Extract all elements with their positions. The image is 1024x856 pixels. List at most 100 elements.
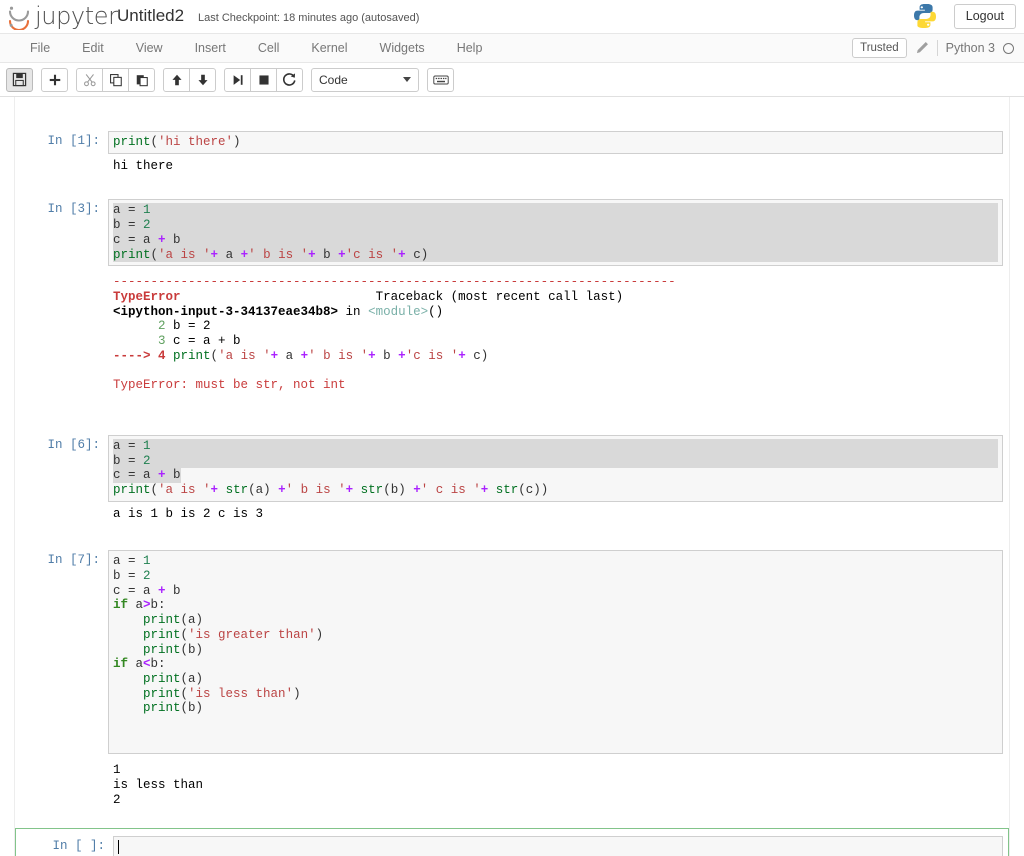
notebook-cell[interactable]: In [6]: a = 1b = 2c = a + b print('a is '… — [15, 429, 1009, 533]
floppy-disk-icon — [12, 72, 27, 87]
toolbar-group-move — [163, 67, 216, 92]
toolbar-group-insert — [41, 67, 68, 92]
error-type-label: TypeError — [113, 289, 181, 304]
chevron-down-icon — [403, 77, 411, 82]
notebook-cell[interactable]: In [3]: a = 1b = 2c = a + b print('a is '… — [15, 193, 1009, 403]
scissors-icon — [83, 73, 96, 86]
last-checkpoint-text: Last Checkpoint: 18 minutes ago (autosav… — [198, 12, 420, 24]
toolbar-group-palette — [427, 67, 454, 92]
cell-source-empty — [118, 840, 998, 856]
save-button[interactable] — [6, 67, 33, 92]
notebook-scroll-container[interactable]: In [1]: print('hi there') hi there In [3… — [0, 97, 1024, 856]
menu-item-kernel[interactable]: Kernel — [295, 34, 363, 62]
kernel-name-label: Python 3 — [945, 41, 995, 55]
menu-item-insert[interactable]: Insert — [179, 34, 242, 62]
plus-icon — [49, 74, 60, 85]
cell-input-prompt: In [ ]: — [52, 839, 105, 854]
notebook-cell[interactable]: In [1]: print('hi there') hi there — [15, 125, 1009, 184]
copy-icon — [109, 73, 122, 86]
menu-item-file[interactable]: File — [14, 34, 66, 62]
cell-output: a is 1 b is 2 c is 3 — [16, 502, 1003, 527]
stream-output-text: 1 is less than 2 — [113, 763, 204, 807]
jupyter-logo-link[interactable]: jupyter — [6, 1, 118, 31]
menu-item-help[interactable]: Help — [441, 34, 499, 62]
move-cell-down-button[interactable] — [189, 67, 216, 92]
cell-input-prompt: In [7]: — [47, 553, 100, 568]
text-cursor-icon — [118, 840, 119, 855]
insert-cell-below-button[interactable] — [41, 67, 68, 92]
menu-item-edit[interactable]: Edit — [66, 34, 120, 62]
cell-code-editor[interactable]: print('hi there') — [108, 131, 1003, 154]
notebook-cell[interactable]: In [7]: a = 1b = 2c = a + b if a>b: print… — [15, 544, 1009, 818]
menu-item-view[interactable]: View — [120, 34, 179, 62]
traceback-in-word: in — [338, 304, 369, 319]
toolbar-group-save — [6, 67, 33, 92]
jupyter-logo-icon — [8, 6, 30, 30]
cell-type-value: Code — [319, 72, 348, 87]
traceback-line-number: 2 — [113, 319, 174, 334]
traceback-separator: ----------------------------------------… — [113, 275, 676, 290]
cell-code-editor[interactable]: a = 1b = 2c = a + b if a>b: print(a) prin… — [108, 550, 1003, 755]
toolbar-group-run — [224, 67, 303, 92]
menu-item-widgets[interactable]: Widgets — [364, 34, 441, 62]
paste-icon — [136, 74, 148, 86]
cell-source: a = 1b = 2c = a + b print('a is '+ str(a)… — [113, 438, 998, 498]
cell-type-select[interactable]: Code — [311, 67, 419, 92]
move-cell-up-button[interactable] — [163, 67, 190, 92]
cell-source: print('hi there') — [113, 135, 241, 149]
keyboard-icon — [432, 75, 449, 84]
cell-code-editor[interactable]: a = 1b = 2c = a + b print('a is '+ str(a)… — [108, 434, 1003, 502]
python-logo-icon — [914, 4, 936, 28]
cell-source: a = 1b = 2c = a + b if a>b: print(a) prin… — [113, 554, 324, 716]
notebook-page: In [1]: print('hi there') hi there In [3… — [14, 97, 1010, 856]
kernel-idle-circle-icon — [1003, 42, 1014, 54]
menu-bar: File Edit View Insert Cell Kernel Widget… — [0, 34, 1024, 63]
logout-button[interactable]: Logout — [953, 4, 1016, 29]
notebook-header: jupyter Untitled2 Last Checkpoint: 18 mi… — [0, 0, 1024, 34]
arrow-up-icon — [171, 74, 182, 85]
traceback-line-source: c = a + b — [173, 334, 241, 349]
kernel-indicator-area: Trusted Python 3 — [852, 34, 1018, 62]
notebook-name[interactable]: Untitled2 — [117, 5, 184, 27]
traceback-file-ref: <ipython-input-3-34137eae34b8> — [113, 304, 339, 319]
arrow-down-icon — [197, 74, 208, 85]
cell-input-prompt: In [6]: — [47, 437, 100, 452]
copy-cell-button[interactable] — [102, 67, 129, 92]
cell-input-prompt: In [1]: — [47, 134, 100, 148]
traceback-arrow-line-source: print('a is '+ a +' b is '+ b +'c is '+ … — [173, 348, 489, 363]
traceback-header-right: Traceback (most recent call last) — [375, 289, 624, 304]
traceback-file-tail: () — [428, 304, 444, 319]
cut-cell-button[interactable] — [76, 67, 103, 92]
traceback-arrow-marker: ----> — [113, 348, 159, 363]
trusted-badge[interactable]: Trusted — [852, 38, 907, 58]
interrupt-kernel-button[interactable] — [250, 67, 277, 92]
pencil-icon[interactable] — [915, 41, 929, 55]
cell-output: 1 is less than 2 — [16, 754, 1003, 812]
cell-input-prompt: In [3]: — [47, 202, 100, 217]
command-palette-button[interactable] — [427, 67, 454, 92]
traceback-module-ref: <module> — [368, 304, 429, 319]
stream-output-text: a is 1 b is 2 c is 3 — [113, 506, 264, 521]
cell-code-editor[interactable]: a = 1b = 2c = a + b print('a is '+ a +' b… — [108, 199, 1003, 267]
toolbar-group-clipboard — [76, 67, 155, 92]
notebook-toolbar: Code — [0, 63, 1024, 97]
error-traceback-output: ----------------------------------------… — [108, 267, 998, 397]
notebook-cell-selected[interactable]: In [ ]: — [15, 828, 1009, 856]
traceback-line-number: 3 — [113, 334, 174, 349]
run-step-forward-icon — [233, 74, 243, 85]
jupyter-logo-text: jupyter — [35, 2, 118, 30]
cell-code-editor-active[interactable] — [113, 836, 1003, 856]
restart-circle-arrow-icon — [283, 73, 296, 86]
menu-item-cell[interactable]: Cell — [242, 34, 296, 62]
traceback-arrow-line-number: 4 — [158, 348, 174, 363]
paste-cell-button[interactable] — [128, 67, 155, 92]
cell-output: hi there — [16, 154, 1003, 179]
run-cell-button[interactable] — [224, 67, 251, 92]
cell-output: ----------------------------------------… — [16, 266, 1003, 398]
stream-output-text: hi there — [113, 158, 174, 173]
traceback-line-source: b = 2 — [173, 319, 211, 334]
restart-kernel-button[interactable] — [276, 67, 303, 92]
stop-square-icon — [258, 74, 269, 85]
kernel-divider — [936, 40, 938, 56]
cell-source: a = 1b = 2c = a + b print('a is '+ a +' b… — [113, 203, 998, 263]
